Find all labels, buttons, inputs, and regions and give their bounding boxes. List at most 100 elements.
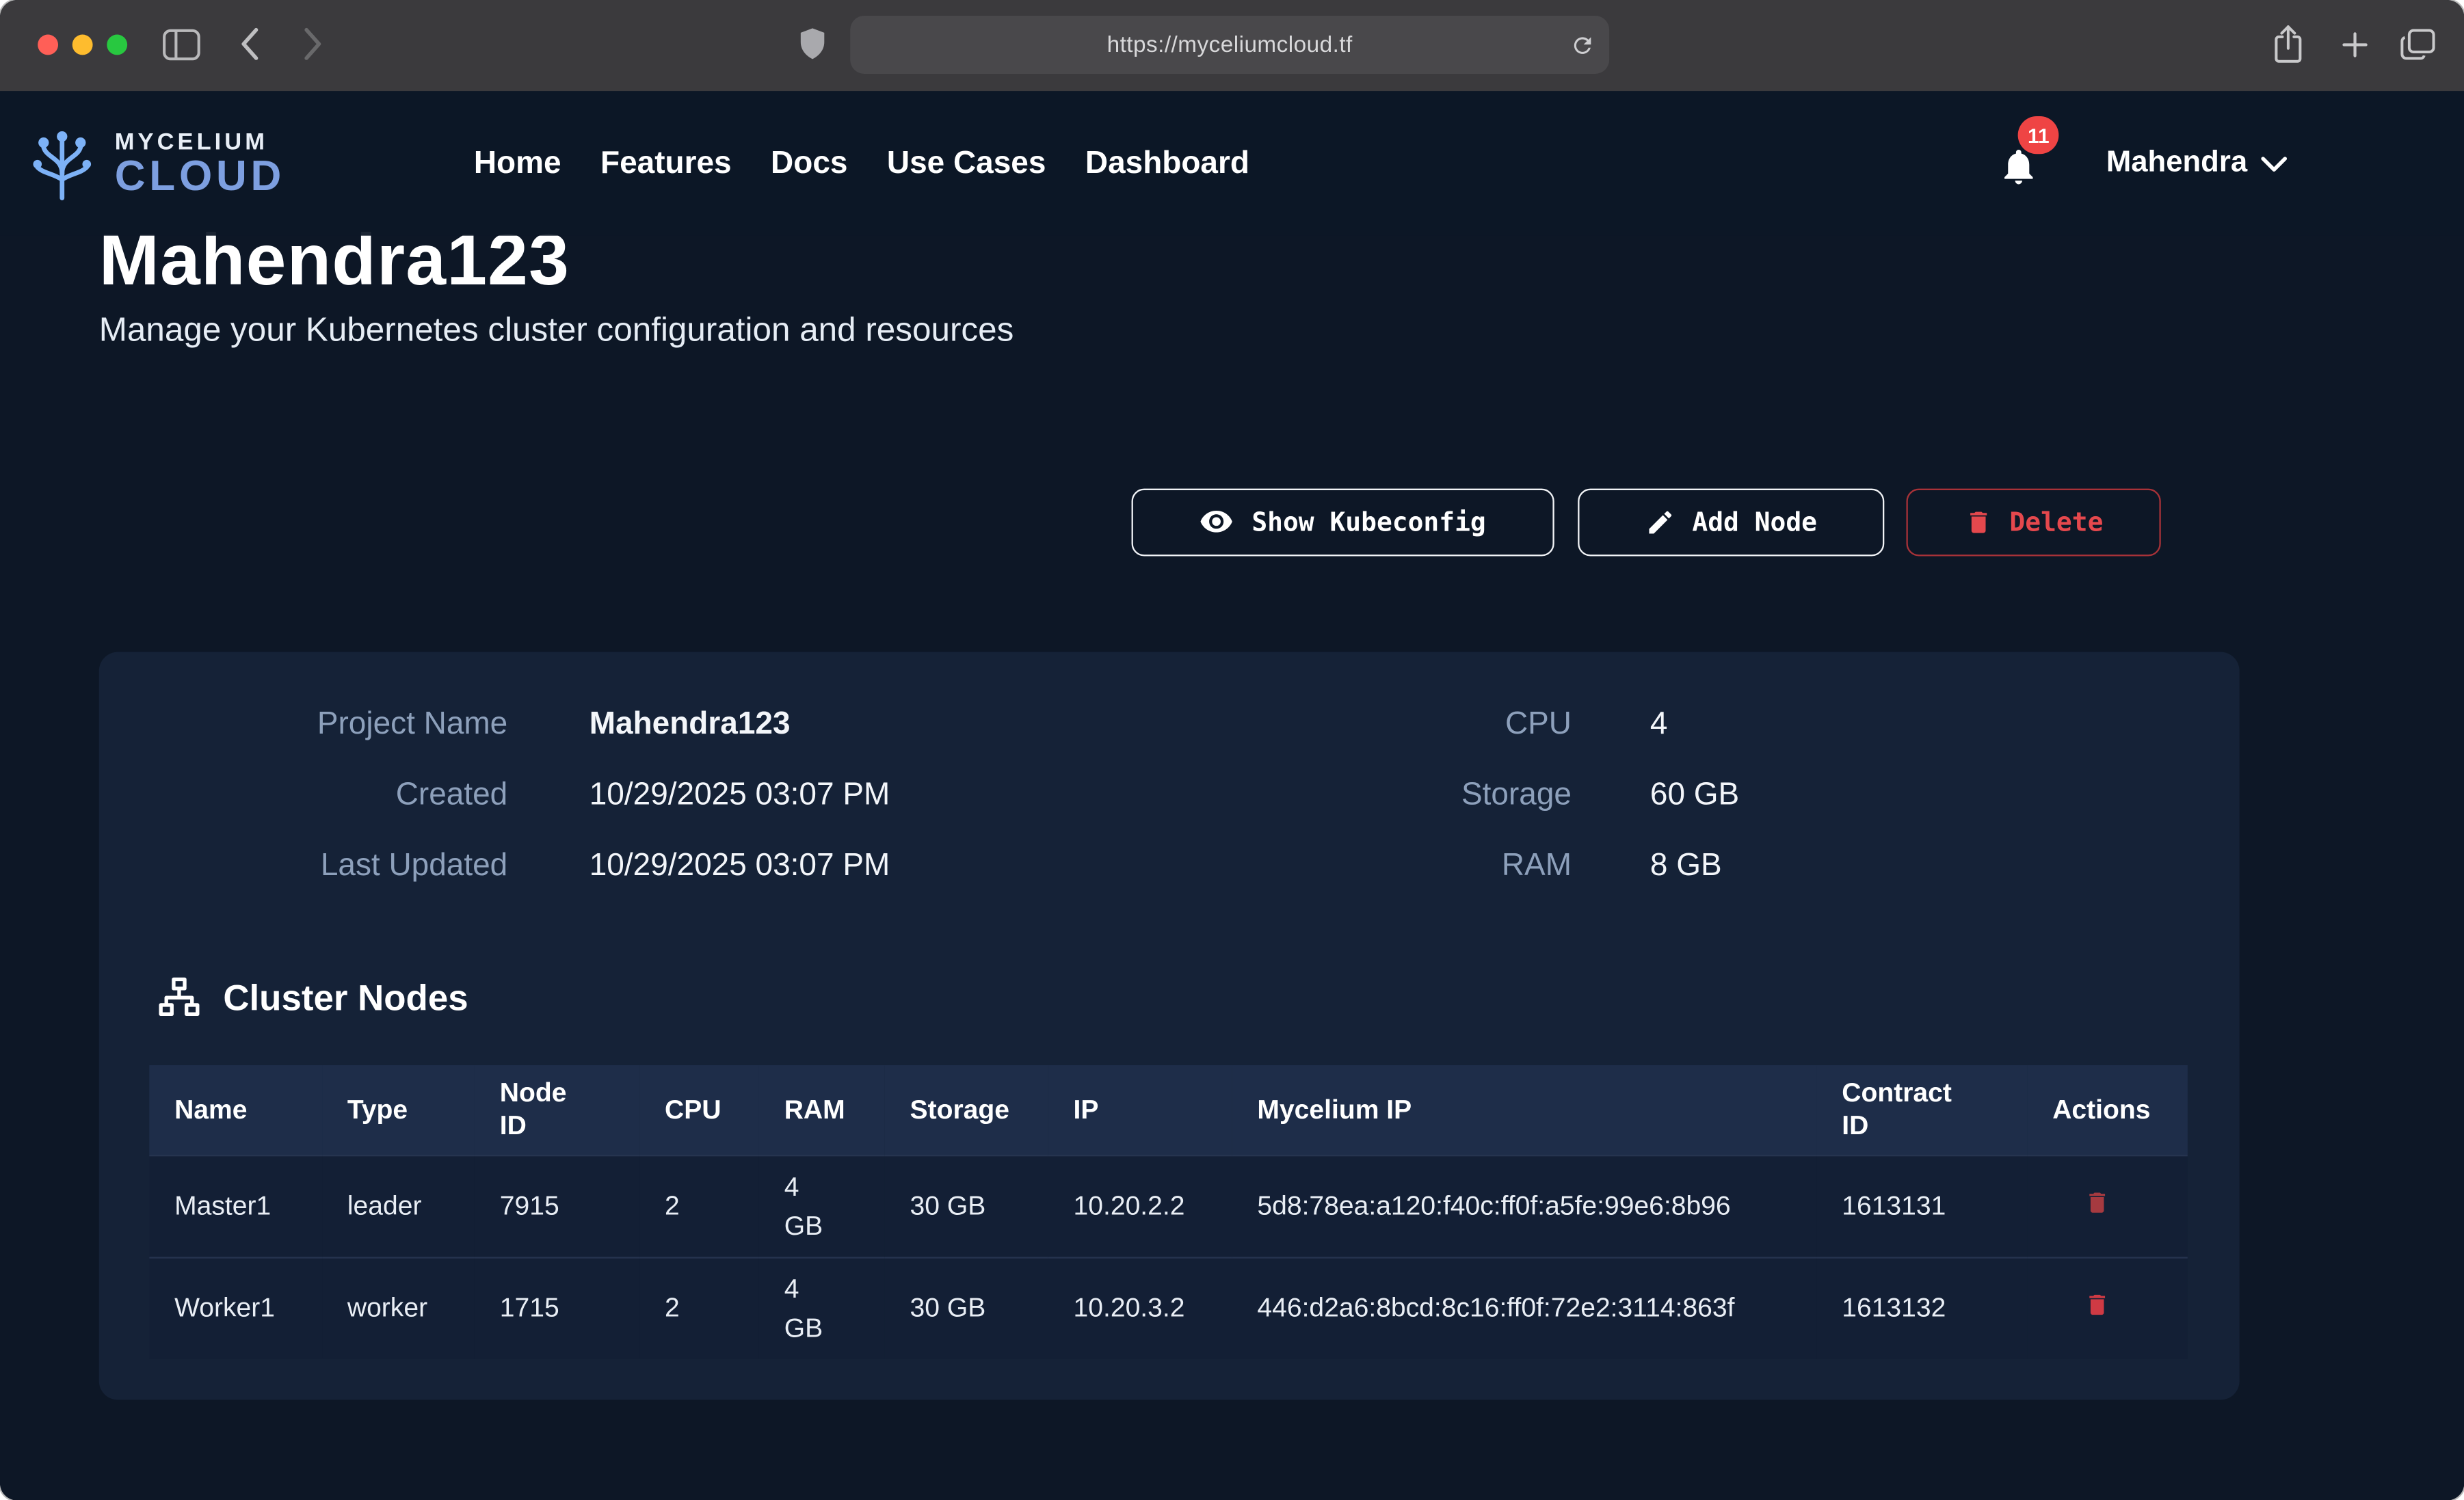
mycelium-logo-icon bbox=[25, 126, 99, 200]
cpu-value: 4 bbox=[1650, 707, 1668, 743]
back-button[interactable] bbox=[239, 27, 259, 62]
show-kubeconfig-button[interactable]: Show Kubeconfig bbox=[1132, 489, 1554, 557]
nav-links: Home Features Docs Use Cases Dashboard bbox=[474, 146, 1249, 182]
reload-button[interactable] bbox=[1570, 32, 1595, 57]
nav-link-features[interactable]: Features bbox=[600, 146, 732, 182]
delete-node-button[interactable] bbox=[2084, 1289, 2110, 1320]
cell-node-id: 7915 bbox=[475, 1155, 639, 1257]
cluster-details-card: Project Name Mahendra123 Created 10/29/2… bbox=[99, 652, 2240, 1400]
sidebar-toggle-button[interactable] bbox=[162, 28, 201, 61]
column-header-node-id: Node ID bbox=[475, 1065, 639, 1155]
tabs-icon bbox=[2400, 28, 2436, 61]
tab-overview-button[interactable] bbox=[2400, 28, 2436, 61]
nav-link-dashboard[interactable]: Dashboard bbox=[1085, 146, 1249, 182]
address-bar[interactable]: https://myceliumcloud.tf bbox=[850, 16, 1609, 74]
cluster-nodes-heading: Cluster Nodes bbox=[157, 966, 468, 1029]
project-name-value: Mahendra123 bbox=[589, 707, 791, 743]
column-header-mycelium-ip: Mycelium IP bbox=[1232, 1065, 1817, 1155]
cell-ram: 4 GB bbox=[759, 1257, 885, 1358]
brand-logo[interactable]: MYCELIUM CLOUD bbox=[25, 126, 285, 200]
top-navigation: MYCELIUM CLOUD Home Features Docs Use Ca… bbox=[0, 91, 2464, 235]
delete-node-button[interactable] bbox=[2084, 1187, 2110, 1217]
user-menu[interactable]: Mahendra bbox=[2106, 146, 2288, 181]
column-header-cpu: CPU bbox=[639, 1065, 759, 1155]
resource-info: CPU 4 Storage 60 GB RAM 8 GB bbox=[1160, 690, 1739, 902]
cell-name: Master1 bbox=[149, 1155, 322, 1257]
table-header-row: Name Type Node ID CPU RAM Storage IP Myc… bbox=[149, 1065, 2188, 1155]
notifications-button[interactable]: 11 bbox=[1998, 138, 2040, 189]
share-button[interactable] bbox=[2271, 23, 2306, 66]
last-updated-label: Last Updated bbox=[99, 848, 507, 885]
column-header-type: Type bbox=[322, 1065, 475, 1155]
last-updated-value: 10/29/2025 03:07 PM bbox=[589, 848, 890, 885]
cell-mycelium-ip: 446:d2a6:8bcd:8c16:ff0f:72e2:3114:863f bbox=[1232, 1257, 1817, 1358]
column-header-contract-id: Contract ID bbox=[1816, 1065, 2027, 1155]
created-value: 10/29/2025 03:07 PM bbox=[589, 778, 890, 814]
chevron-right-icon bbox=[304, 27, 324, 62]
cluster-nodes-title: Cluster Nodes bbox=[223, 976, 468, 1019]
nav-link-docs[interactable]: Docs bbox=[771, 146, 847, 182]
cell-actions bbox=[2027, 1257, 2187, 1358]
add-node-button[interactable]: Add Node bbox=[1578, 489, 1884, 557]
privacy-shield-icon bbox=[797, 25, 828, 63]
zoom-window-button[interactable] bbox=[107, 35, 127, 55]
forward-button[interactable] bbox=[304, 27, 324, 62]
cell-contract-id: 1613132 bbox=[1816, 1257, 2027, 1358]
notification-badge: 11 bbox=[2018, 116, 2058, 154]
reload-icon bbox=[1570, 32, 1595, 57]
page-subtitle: Manage your Kubernetes cluster configura… bbox=[99, 311, 1014, 350]
column-header-name: Name bbox=[149, 1065, 322, 1155]
trash-icon bbox=[2084, 1289, 2110, 1320]
sidebar-icon bbox=[162, 28, 201, 61]
cell-cpu: 2 bbox=[639, 1155, 759, 1257]
chevron-left-icon bbox=[239, 27, 259, 62]
cell-node-id: 1715 bbox=[475, 1257, 639, 1358]
column-header-ram: RAM bbox=[759, 1065, 885, 1155]
cell-mycelium-ip: 5d8:78ea:a120:f40c:ff0f:a5fe:99e6:8b96 bbox=[1232, 1155, 1817, 1257]
cell-type: leader bbox=[322, 1155, 475, 1257]
nav-link-home[interactable]: Home bbox=[474, 146, 561, 182]
minimize-window-button[interactable] bbox=[72, 35, 93, 55]
trash-icon bbox=[2084, 1187, 2110, 1217]
delete-label: Delete bbox=[2009, 507, 2103, 537]
cell-actions bbox=[2027, 1155, 2187, 1257]
column-header-ip: IP bbox=[1048, 1065, 1232, 1155]
cell-type: worker bbox=[322, 1257, 475, 1358]
column-header-actions: Actions bbox=[2027, 1065, 2187, 1155]
node-row-worker1: Worker1 worker 1715 2 4 GB 30 GB 10.20.3… bbox=[149, 1257, 2188, 1358]
column-header-storage: Storage bbox=[885, 1065, 1048, 1155]
cell-name: Worker1 bbox=[149, 1257, 322, 1358]
browser-toolbar: https://myceliumcloud.tf bbox=[0, 0, 2464, 91]
cell-ram: 4 GB bbox=[759, 1155, 885, 1257]
chevron-down-icon bbox=[2260, 155, 2288, 172]
cell-contract-id: 1613131 bbox=[1816, 1155, 2027, 1257]
share-icon bbox=[2271, 23, 2306, 66]
created-label: Created bbox=[99, 778, 507, 814]
nodes-table: Name Type Node ID CPU RAM Storage IP Myc… bbox=[149, 1065, 2188, 1359]
ram-value: 8 GB bbox=[1650, 848, 1722, 885]
delete-cluster-button[interactable]: Delete bbox=[1906, 489, 2160, 557]
brand-name-line2: CLOUD bbox=[115, 156, 285, 197]
trash-icon bbox=[1964, 507, 1992, 537]
project-info: Project Name Mahendra123 Created 10/29/2… bbox=[99, 690, 890, 902]
close-window-button[interactable] bbox=[38, 35, 58, 55]
cell-ip: 10.20.3.2 bbox=[1048, 1257, 1232, 1358]
new-tab-button[interactable] bbox=[2338, 28, 2371, 61]
show-kubeconfig-label: Show Kubeconfig bbox=[1251, 507, 1485, 537]
plus-icon bbox=[2338, 28, 2371, 61]
nav-link-use-cases[interactable]: Use Cases bbox=[887, 146, 1046, 182]
page: Mahendra123 bbox=[0, 91, 2464, 1500]
node-row-master1: Master1 leader 7915 2 4 GB 30 GB 10.20.2… bbox=[149, 1155, 2188, 1257]
user-name: Mahendra bbox=[2106, 146, 2247, 181]
project-name-label: Project Name bbox=[99, 707, 507, 743]
storage-label: Storage bbox=[1160, 778, 1572, 814]
eye-icon bbox=[1200, 509, 1234, 536]
cell-cpu: 2 bbox=[639, 1257, 759, 1358]
ram-label: RAM bbox=[1160, 848, 1572, 885]
cell-storage: 30 GB bbox=[885, 1257, 1048, 1358]
url-text: https://myceliumcloud.tf bbox=[1107, 32, 1353, 57]
cell-storage: 30 GB bbox=[885, 1155, 1048, 1257]
cell-ip: 10.20.2.2 bbox=[1048, 1155, 1232, 1257]
pencil-icon bbox=[1645, 507, 1675, 537]
cluster-nodes-icon bbox=[157, 976, 201, 1019]
